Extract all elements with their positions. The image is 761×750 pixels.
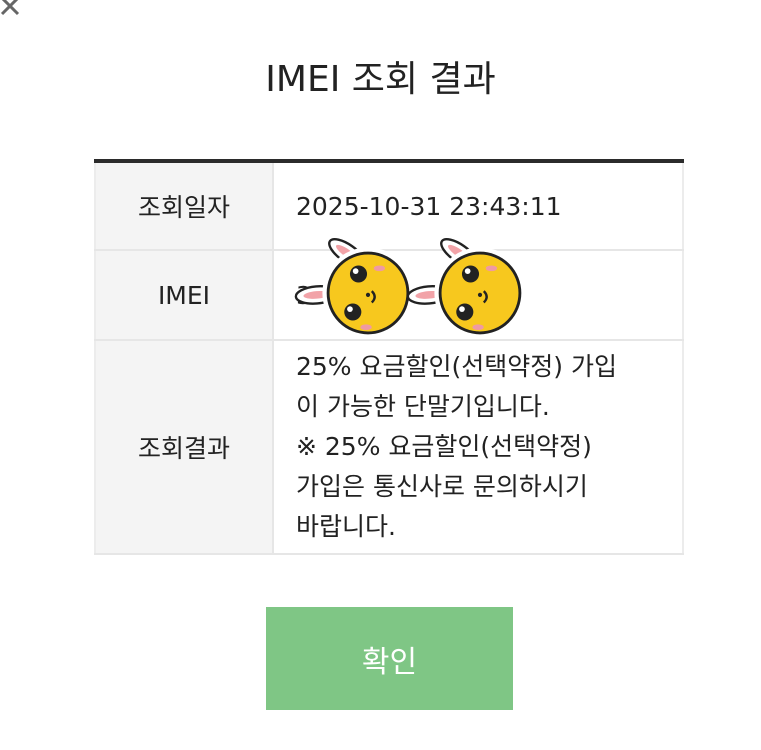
close-icon[interactable]: [0, 0, 24, 20]
rabbit-sticker-icon: [405, 232, 528, 341]
row-label-imei: IMEI: [94, 251, 274, 339]
result-line: 가입은 통신사로 문의하시기: [296, 472, 588, 501]
result-line: 바랍니다.: [296, 512, 396, 541]
imei-result-table: 조회일자 2025-10-31 23:43:11 IMEI 35 조회결과 25…: [94, 159, 684, 555]
result-line: 25% 요금할인(선택약정) 가입: [296, 352, 617, 381]
row-label-date: 조회일자: [94, 163, 274, 249]
rabbit-sticker-icon: [293, 232, 416, 341]
sticker-overlay: [293, 232, 528, 341]
dialog-title: IMEI 조회 결과: [265, 59, 496, 100]
result-line: 이 가능한 단말기입니다.: [296, 392, 550, 421]
result-line: ※ 25% 요금할인(선택약정): [296, 432, 592, 461]
row-value-result: 25% 요금할인(선택약정) 가입 이 가능한 단말기입니다. ※ 25% 요금…: [296, 347, 666, 547]
table-row: 조회결과 25% 요금할인(선택약정) 가입 이 가능한 단말기입니다. ※ 2…: [94, 341, 684, 555]
row-label-result: 조회결과: [94, 341, 274, 553]
confirm-button[interactable]: 확인: [266, 607, 513, 710]
